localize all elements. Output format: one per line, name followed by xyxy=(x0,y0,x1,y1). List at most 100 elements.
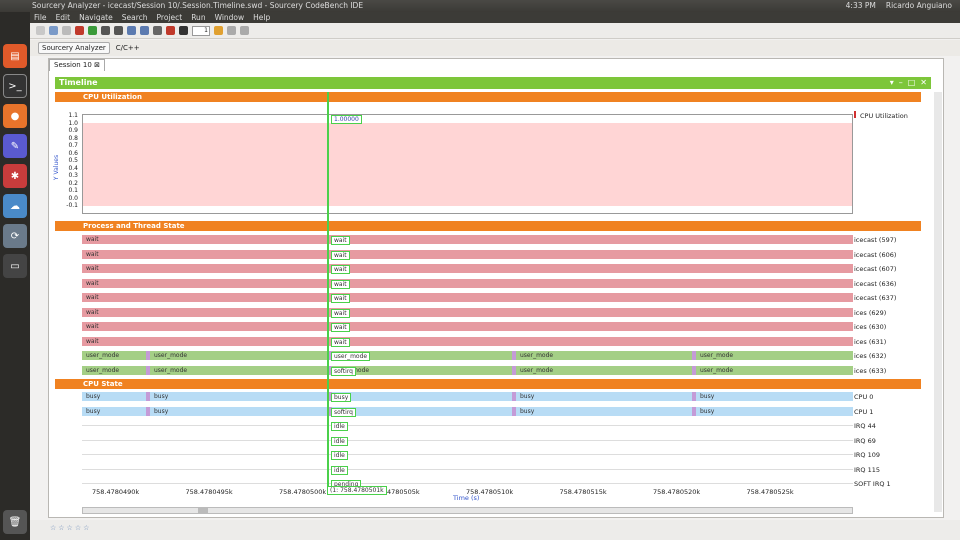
editor-tab-session[interactable]: Session 10 ⊠ xyxy=(49,59,105,71)
process-label[interactable]: ices (631) xyxy=(854,338,886,346)
process-segment[interactable]: wait xyxy=(82,249,853,259)
cpu-label[interactable]: CPU 1 xyxy=(854,408,873,416)
menu-window[interactable]: Window xyxy=(215,12,245,23)
cpu-segment[interactable]: busy xyxy=(150,406,327,416)
process-segment[interactable]: user_mode xyxy=(82,365,146,375)
perspective-sourcery-analyzer[interactable]: Sourcery Analyzer xyxy=(38,42,110,54)
process-row[interactable]: wait xyxy=(82,336,853,346)
run-icon[interactable] xyxy=(88,26,97,35)
close-icon[interactable]: ✕ xyxy=(920,77,927,89)
terminal-icon[interactable]: >_ xyxy=(3,74,27,98)
process-segment[interactable]: wait xyxy=(82,264,853,273)
process-segment[interactable]: wait xyxy=(82,336,853,346)
process-row[interactable]: wait xyxy=(82,235,853,244)
process-segment[interactable]: user_mode xyxy=(696,351,853,360)
cpu-utilization-header[interactable]: CPU Utilization xyxy=(55,92,921,102)
cpu-segment[interactable]: busy xyxy=(332,392,512,401)
process-label[interactable]: ices (630) xyxy=(854,323,886,331)
process-row[interactable]: wait xyxy=(82,264,853,273)
process-segment[interactable]: user_mode xyxy=(150,365,327,375)
cpu-segment[interactable]: busy xyxy=(696,392,853,401)
maximize-icon[interactable]: □ xyxy=(908,77,916,89)
menu-file[interactable]: File xyxy=(34,12,47,23)
process-segment[interactable]: user_mode xyxy=(696,365,853,375)
folder-icon[interactable] xyxy=(214,26,223,35)
zoom-in-icon[interactable] xyxy=(101,26,110,35)
process-label[interactable]: icecast (607) xyxy=(854,265,896,273)
menu-project[interactable]: Project xyxy=(157,12,183,23)
horizontal-scrollbar[interactable] xyxy=(82,507,853,514)
menu-help[interactable]: Help xyxy=(253,12,270,23)
zoom-out-icon[interactable] xyxy=(114,26,123,35)
cpu-segment[interactable]: busy xyxy=(516,406,692,416)
cpu-segment[interactable]: busy xyxy=(150,392,327,401)
cpu-row[interactable] xyxy=(82,465,853,474)
cpu-label[interactable]: SOFT IRQ 1 xyxy=(854,480,891,488)
cpu-row[interactable]: busy busy busy busy busy xyxy=(82,406,853,416)
process-row[interactable]: wait xyxy=(82,293,853,302)
menu-search[interactable]: Search xyxy=(122,12,148,23)
editor-icon[interactable]: ✎ xyxy=(3,134,27,158)
process-row[interactable]: wait xyxy=(82,307,853,317)
process-row[interactable]: wait xyxy=(82,322,853,331)
forward-icon[interactable] xyxy=(240,26,249,35)
process-segment[interactable]: user_mode xyxy=(150,351,327,360)
process-segment[interactable]: wait xyxy=(82,235,853,244)
perspective-cpp[interactable]: C/C++ xyxy=(116,44,140,52)
scroll-thumb[interactable] xyxy=(198,508,208,513)
save-icon[interactable] xyxy=(49,26,58,35)
arrow-icon[interactable] xyxy=(179,26,188,35)
back-icon[interactable] xyxy=(227,26,236,35)
cpu-label[interactable]: IRQ 69 xyxy=(854,437,876,445)
cpu-row[interactable] xyxy=(82,436,853,445)
user-name[interactable]: Ricardo Anguiano xyxy=(886,0,952,12)
cursor-icon[interactable] xyxy=(140,26,149,35)
clock[interactable]: 4:33 PM xyxy=(846,0,876,12)
workspace-icon[interactable]: ▭ xyxy=(3,254,27,278)
step-input[interactable]: 1 xyxy=(192,25,210,36)
cpu-segment[interactable]: busy xyxy=(82,406,146,416)
process-segment[interactable]: user_mode xyxy=(82,351,146,360)
minimize-icon[interactable]: – xyxy=(899,77,903,89)
menu-edit[interactable]: Edit xyxy=(56,12,71,23)
vertical-scrollbar[interactable] xyxy=(934,92,942,512)
files-icon[interactable]: ▤ xyxy=(3,44,27,68)
cpu-segment[interactable]: busy xyxy=(332,406,512,416)
process-label[interactable]: ices (632) xyxy=(854,352,886,360)
cloud-icon[interactable]: ☁ xyxy=(3,194,27,218)
process-label[interactable]: icecast (637) xyxy=(854,294,896,302)
cpu-utilization-plot[interactable] xyxy=(82,114,853,214)
menu-navigate[interactable]: Navigate xyxy=(79,12,113,23)
process-segment[interactable]: wait xyxy=(82,278,853,288)
process-thread-header[interactable]: Process and Thread State xyxy=(55,221,921,231)
process-label[interactable]: ices (633) xyxy=(854,367,886,375)
codebench-icon[interactable]: ⟳ xyxy=(3,224,27,248)
legend-item[interactable]: CPU Utilization xyxy=(854,111,908,120)
trash-icon[interactable]: 🗑 xyxy=(3,510,27,534)
cpu-row[interactable] xyxy=(82,450,853,459)
cpu-row[interactable] xyxy=(82,421,853,430)
process-segment[interactable]: wait xyxy=(82,293,853,302)
process-segment[interactable]: wait xyxy=(82,307,853,317)
new-icon[interactable] xyxy=(36,26,45,35)
time-cursor[interactable] xyxy=(327,92,329,488)
process-label[interactable]: icecast (597) xyxy=(854,236,896,244)
settings-icon[interactable]: ✱ xyxy=(3,164,27,188)
debug-icon[interactable] xyxy=(75,26,84,35)
process-row[interactable]: user_mode user_mode user_mode user_mode user… xyxy=(82,351,853,360)
process-row[interactable]: wait xyxy=(82,278,853,288)
firefox-icon[interactable]: ● xyxy=(3,104,27,128)
menu-icon[interactable]: ▾ xyxy=(890,77,894,89)
cpu-label[interactable]: IRQ 115 xyxy=(854,466,880,474)
process-segment[interactable]: wait xyxy=(82,322,853,331)
cpu-label[interactable]: CPU 0 xyxy=(854,393,873,401)
cpu-state-header[interactable]: CPU State xyxy=(55,379,921,389)
marker-icon[interactable] xyxy=(153,26,162,35)
process-label[interactable]: icecast (606) xyxy=(854,251,896,259)
process-segment[interactable]: user_mode xyxy=(516,351,692,360)
cpu-row[interactable] xyxy=(82,479,853,488)
process-label[interactable]: ices (629) xyxy=(854,309,886,317)
cpu-segment[interactable]: busy xyxy=(696,406,853,416)
print-icon[interactable] xyxy=(62,26,71,35)
menu-run[interactable]: Run xyxy=(191,12,205,23)
